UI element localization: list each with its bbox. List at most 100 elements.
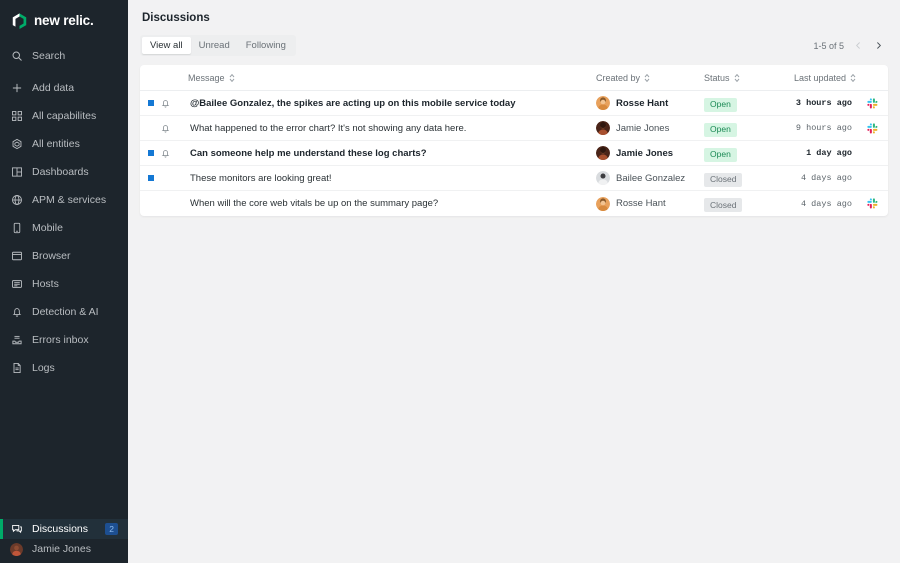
sidebar-item-label: All entities [32,138,80,150]
message-cell[interactable]: When will the core web vitals be up on t… [188,191,596,216]
sidebar-item-label: APM & services [32,194,107,206]
sidebar-item-user-account[interactable]: Jamie Jones [0,539,128,559]
table-row[interactable]: These monitors are looking great! Bailee … [140,165,888,192]
table-row[interactable]: Can someone help me understand these log… [140,140,888,167]
integration-cell [856,90,888,117]
message-cell[interactable]: What happened to the error chart? It's n… [188,115,596,142]
hexagon-icon [10,138,23,151]
chevron-right-icon[interactable] [872,40,884,52]
message-text: When will the core web vitals be up on t… [190,198,439,210]
status-cell: Open [704,90,766,117]
header-integration [856,65,888,92]
sidebar-item-label: Browser [32,250,71,262]
unread-dot [148,175,154,182]
author-name: Rosse Hant [616,198,666,210]
sidebar-item-detection-and-ai[interactable]: Detection & AI [0,302,128,322]
created-by-cell: Jamie Jones [596,115,704,142]
view-filter-tabs: View all Unread Following [140,35,296,57]
sort-icon [644,73,650,83]
avatar [596,196,610,211]
status-badge: Closed [704,198,743,213]
page-title: Discussions [142,12,210,24]
slack-icon[interactable] [856,198,888,209]
created-by-cell: Bailee Gonzalez [596,165,704,192]
message-cell[interactable]: @Bailee Gonzalez, the spikes are acting … [188,90,596,117]
sidebar-item-mobile[interactable]: Mobile [0,218,128,238]
pagination: 1-5 of 5 [813,40,888,52]
table-row[interactable]: When will the core web vitals be up on t… [140,191,888,216]
header-unread [140,65,160,92]
avatar [596,96,610,111]
sidebar-item-browser[interactable]: Browser [0,246,128,266]
sidebar-item-dashboards[interactable]: Dashboards [0,162,128,182]
column-label: Last updated [793,73,846,84]
brand-logo[interactable]: new relic. [0,0,128,41]
created-by-cell: Rosse Hant [596,191,704,216]
message-text: What happened to the error chart? It's n… [190,122,467,134]
sidebar-item-search[interactable]: Search [0,46,128,66]
avatar [596,146,610,161]
sidebar-item-add-data[interactable]: Add data [0,78,128,98]
unread-dot [148,150,154,157]
pagination-range: 1-5 of 5 [813,40,844,51]
author-name: Rosse Hant [616,97,669,109]
table-body: @Bailee Gonzalez, the spikes are acting … [140,90,888,216]
last-updated-cell: 4 days ago [766,165,856,192]
tab-view-all[interactable]: View all [142,37,191,55]
last-updated-cell: 9 hours ago [766,115,856,142]
sidebar-item-label: Detection & AI [32,306,99,318]
chat-icon [10,523,23,536]
tab-following[interactable]: Following [238,37,294,54]
status-cell: Open [704,115,766,142]
sidebar-item-all-capabilites[interactable]: All capabilites [0,106,128,126]
sidebar-item-apm-and-services[interactable]: APM & services [0,190,128,210]
subscribe-cell[interactable] [160,90,188,117]
sidebar-item-discussions[interactable]: Discussions 2 [0,519,128,539]
subscribe-cell[interactable] [160,191,188,216]
plus-icon [10,82,23,95]
tab-unread[interactable]: Unread [191,37,238,54]
subscribe-cell[interactable] [160,115,188,142]
message-cell[interactable]: These monitors are looking great! [188,165,596,192]
sidebar-item-all-entities[interactable]: All entities [0,134,128,154]
unread-indicator-cell [140,90,160,117]
sidebar-item-hosts[interactable]: Hosts [0,274,128,294]
discussions-unread-badge: 2 [105,522,118,536]
sidebar-item-label: Add data [32,82,75,94]
column-header-created-by[interactable]: Created by [596,65,704,92]
status-cell: Closed [704,191,766,216]
bell-icon[interactable] [160,123,188,134]
status-badge: Closed [704,172,743,187]
last-updated-text: 4 days ago [800,173,852,184]
chevron-left-icon[interactable] [852,40,864,52]
sidebar-item-logs[interactable]: Logs [0,358,128,378]
last-updated-text: 1 day ago [806,148,852,159]
table-row[interactable]: What happened to the error chart? It's n… [140,115,888,142]
status-cell: Closed [704,165,766,192]
unread-indicator-cell [140,140,160,167]
column-label: Message [188,73,225,84]
bell-icon[interactable] [160,148,188,159]
last-updated-text: 3 hours ago [795,98,852,109]
sidebar-item-label: All capabilites [32,110,97,122]
author-name: Jamie Jones [616,122,670,134]
bell-icon[interactable] [160,98,188,109]
unread-indicator-cell [140,191,160,216]
column-header-last-updated[interactable]: Last updated [766,65,856,92]
sidebar-item-label: Mobile [32,222,63,234]
subscribe-cell[interactable] [160,165,188,192]
message-cell[interactable]: Can someone help me understand these log… [188,140,596,167]
column-header-status[interactable]: Status [704,65,766,92]
slack-icon[interactable] [856,98,888,109]
subscribe-cell[interactable] [160,140,188,167]
sidebar-item-label: Discussions [32,523,89,535]
sidebar-item-errors-inbox[interactable]: Errors inbox [0,330,128,350]
slack-icon[interactable] [856,123,888,134]
discussions-card: Message Created by Status Last updated @… [140,65,888,216]
message-text: These monitors are looking great! [190,172,332,184]
table-row[interactable]: @Bailee Gonzalez, the spikes are acting … [140,90,888,117]
column-header-message[interactable]: Message [188,65,596,92]
window-icon [10,250,23,263]
avatar [596,171,610,186]
sidebar-item-label: Hosts [32,278,59,290]
